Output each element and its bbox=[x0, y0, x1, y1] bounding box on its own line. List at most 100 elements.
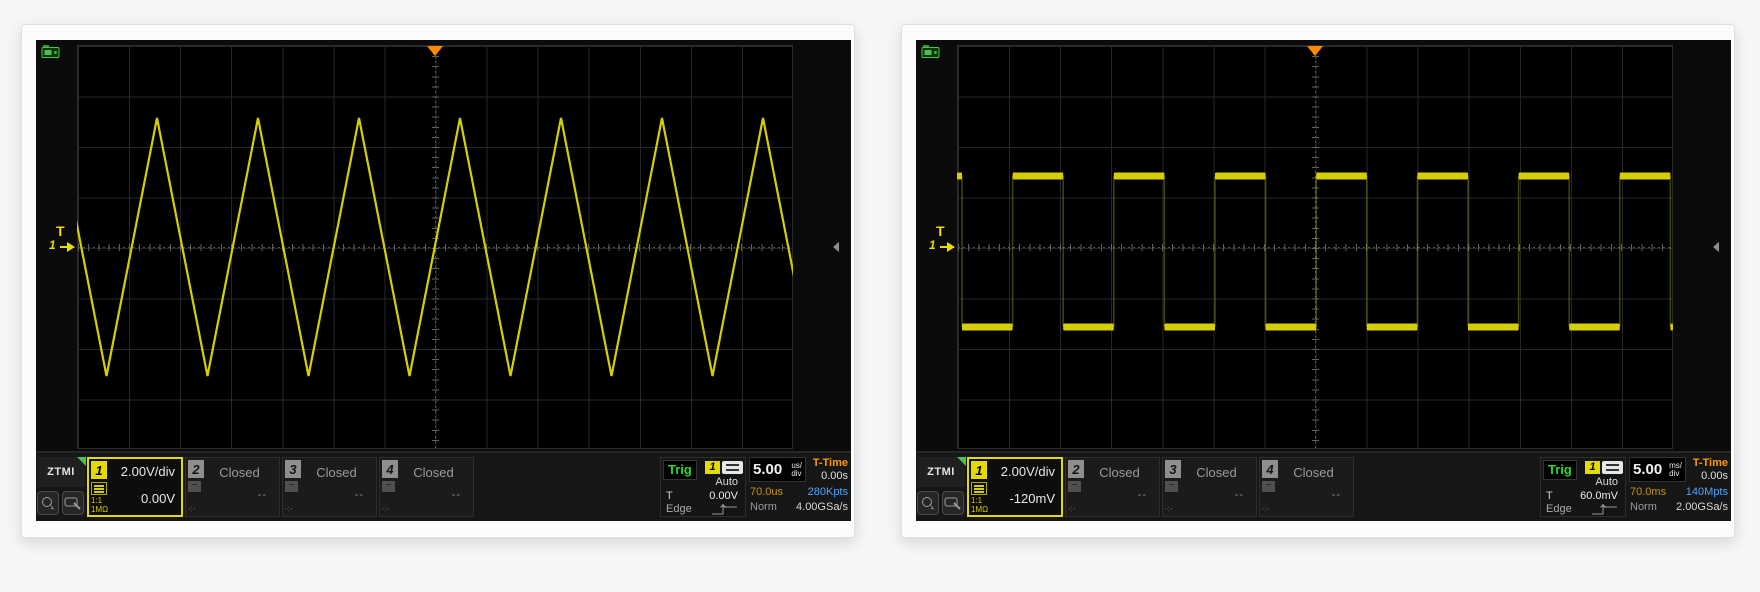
channel1-tile[interactable]: 1 2.00V/div 0.00V 1:1 1MΩ bbox=[87, 457, 183, 517]
timebase-box: 5.00 us/ div bbox=[749, 457, 806, 482]
channel3-coupling-placeholder: − bbox=[285, 481, 298, 492]
capture-window: 70.0us bbox=[750, 486, 783, 498]
channel1-probe-ratio: 1:1 bbox=[91, 496, 102, 505]
rising-edge-icon bbox=[711, 503, 739, 516]
acquisition-mode: Norm bbox=[750, 501, 777, 513]
channel1-offset: 0.00V bbox=[141, 491, 175, 506]
channel1-scale: 2.00V/div bbox=[121, 464, 175, 479]
logo-tile: ZTMI bbox=[917, 457, 966, 517]
sample-rate: 2.00GSa/s bbox=[1676, 501, 1728, 513]
channel2-coupling-placeholder: − bbox=[188, 481, 201, 492]
memory-depth: 140Mpts bbox=[1686, 486, 1728, 498]
channel4-sub-placeholder: -:- bbox=[1262, 504, 1270, 513]
channel3-status: Closed bbox=[1177, 465, 1256, 480]
timebase-unit-bottom: div bbox=[791, 470, 802, 478]
channel3-value-placeholder: -- bbox=[355, 489, 364, 501]
ttime-label: T-Time bbox=[1693, 457, 1728, 469]
trigger-tile[interactable]: Trig 1 Auto T 60.0mV Edge bbox=[1540, 457, 1626, 517]
trigger-level-marker[interactable]: T bbox=[936, 223, 945, 239]
status-bar: ZTMI bbox=[916, 451, 1731, 521]
trigger-coupling-icon bbox=[722, 461, 743, 474]
drag-hand-icon bbox=[64, 496, 82, 510]
channel4-coupling-placeholder: − bbox=[382, 481, 395, 492]
memory-depth: 280Kpts bbox=[808, 486, 848, 498]
trigger-level-label: T bbox=[1546, 490, 1553, 502]
touch-circle-icon bbox=[40, 496, 56, 511]
trigger-tile[interactable]: Trig 1 Auto T 0.00V Edge bbox=[660, 457, 746, 517]
trigger-mode: Auto bbox=[1595, 476, 1618, 488]
channel2-tile[interactable]: 2 Closed − -- -:- bbox=[1065, 457, 1160, 517]
status-wedge-icon bbox=[77, 457, 86, 466]
trigger-type: Edge bbox=[1546, 503, 1572, 515]
channel1-ground-arrowhead-icon bbox=[947, 242, 955, 252]
trigger-coupling-icon bbox=[1602, 461, 1623, 474]
channel1-impedance: 1MΩ bbox=[91, 505, 108, 514]
channel1-offset: -120mV bbox=[1009, 491, 1055, 506]
trigger-type: Edge bbox=[666, 503, 692, 515]
drag-hand-icon bbox=[944, 496, 962, 510]
touch-gesture-button[interactable] bbox=[917, 491, 939, 515]
trigger-level-label: T bbox=[666, 490, 673, 502]
panel-collapse-arrow-icon[interactable] bbox=[1713, 242, 1719, 252]
capture-window: 70.0ms bbox=[1630, 486, 1666, 498]
status-bar: ZTMI bbox=[36, 451, 851, 521]
drag-gesture-button[interactable] bbox=[62, 491, 84, 515]
waveform-trace bbox=[77, 45, 793, 449]
trigger-level-marker[interactable]: T bbox=[56, 223, 65, 239]
trigger-source-badge: 1 bbox=[705, 461, 720, 474]
channel1-tile[interactable]: 1 2.00V/div -120mV 1:1 1MΩ bbox=[967, 457, 1063, 517]
channel2-sub-placeholder: -:- bbox=[1068, 504, 1076, 513]
ttime-value: 0.00s bbox=[1701, 470, 1728, 482]
scope-screen: T 1 ZTMI bbox=[916, 40, 1731, 521]
channel1-ground-arrowhead-icon bbox=[67, 242, 75, 252]
touch-circle-icon bbox=[920, 496, 936, 511]
channel4-value-placeholder: -- bbox=[1332, 489, 1341, 501]
page-background: T 1 ZTMI bbox=[0, 0, 1760, 592]
sample-rate: 4.00GSa/s bbox=[796, 501, 848, 513]
trigger-label: Trig bbox=[663, 460, 697, 480]
channel4-value-placeholder: -- bbox=[452, 489, 461, 501]
panel-collapse-arrow-icon[interactable] bbox=[833, 242, 839, 252]
channel2-status: Closed bbox=[1080, 465, 1159, 480]
channel2-tile[interactable]: 2 Closed − -- -:- bbox=[185, 457, 280, 517]
rising-edge-icon bbox=[1591, 503, 1619, 516]
trigger-level-value: 0.00V bbox=[709, 490, 738, 502]
touch-gesture-button[interactable] bbox=[37, 491, 59, 515]
channel3-tile[interactable]: 3 Closed − -- -:- bbox=[1162, 457, 1257, 517]
dc-coupling-icon bbox=[971, 482, 987, 495]
logo-tile: ZTMI bbox=[37, 457, 86, 517]
channel4-tile[interactable]: 4 Closed − -- -:- bbox=[1259, 457, 1354, 517]
channel1-ground-marker[interactable]: 1 bbox=[49, 238, 56, 252]
scope-status-icon bbox=[921, 44, 941, 59]
channel4-sub-placeholder: -:- bbox=[382, 504, 390, 513]
channel1-scale: 2.00V/div bbox=[1001, 464, 1055, 479]
channel3-sub-placeholder: -:- bbox=[285, 504, 293, 513]
channel4-coupling-placeholder: − bbox=[1262, 481, 1275, 492]
channel4-tile[interactable]: 4 Closed − -- -:- bbox=[379, 457, 474, 517]
channel4-status: Closed bbox=[394, 465, 473, 480]
channel1-probe-ratio: 1:1 bbox=[971, 496, 982, 505]
channel1-badge: 1 bbox=[91, 461, 107, 479]
timebase-tile[interactable]: 5.00 us/ div T-Time 0.00s 70.0us 280Kpts… bbox=[749, 457, 849, 517]
channel2-coupling-placeholder: − bbox=[1068, 481, 1081, 492]
status-wedge-icon bbox=[957, 457, 966, 466]
timebase-value: 5.00 bbox=[753, 461, 782, 478]
oscilloscope-capture-left: T 1 ZTMI bbox=[21, 24, 855, 538]
scope-screen: T 1 ZTMI bbox=[36, 40, 851, 521]
timebase-tile[interactable]: 5.00 ms/ div T-Time 0.00s 70.0ms 140Mpts… bbox=[1629, 457, 1729, 517]
channel1-impedance: 1MΩ bbox=[971, 505, 988, 514]
acquisition-mode: Norm bbox=[1630, 501, 1657, 513]
trigger-source-badge: 1 bbox=[1585, 461, 1600, 474]
trigger-level-value: 60.0mV bbox=[1580, 490, 1618, 502]
channel1-ground-marker[interactable]: 1 bbox=[929, 238, 936, 252]
channel2-value-placeholder: -- bbox=[1138, 489, 1147, 501]
dc-coupling-icon bbox=[91, 482, 107, 495]
drag-gesture-button[interactable] bbox=[942, 491, 964, 515]
timebase-value: 5.00 bbox=[1633, 461, 1662, 478]
channel3-tile[interactable]: 3 Closed − -- -:- bbox=[282, 457, 377, 517]
timebase-unit: ms/ div bbox=[1669, 462, 1682, 478]
channel3-status: Closed bbox=[297, 465, 376, 480]
timebase-box: 5.00 ms/ div bbox=[1629, 457, 1686, 482]
channel3-value-placeholder: -- bbox=[1235, 489, 1244, 501]
channel2-sub-placeholder: -:- bbox=[188, 504, 196, 513]
